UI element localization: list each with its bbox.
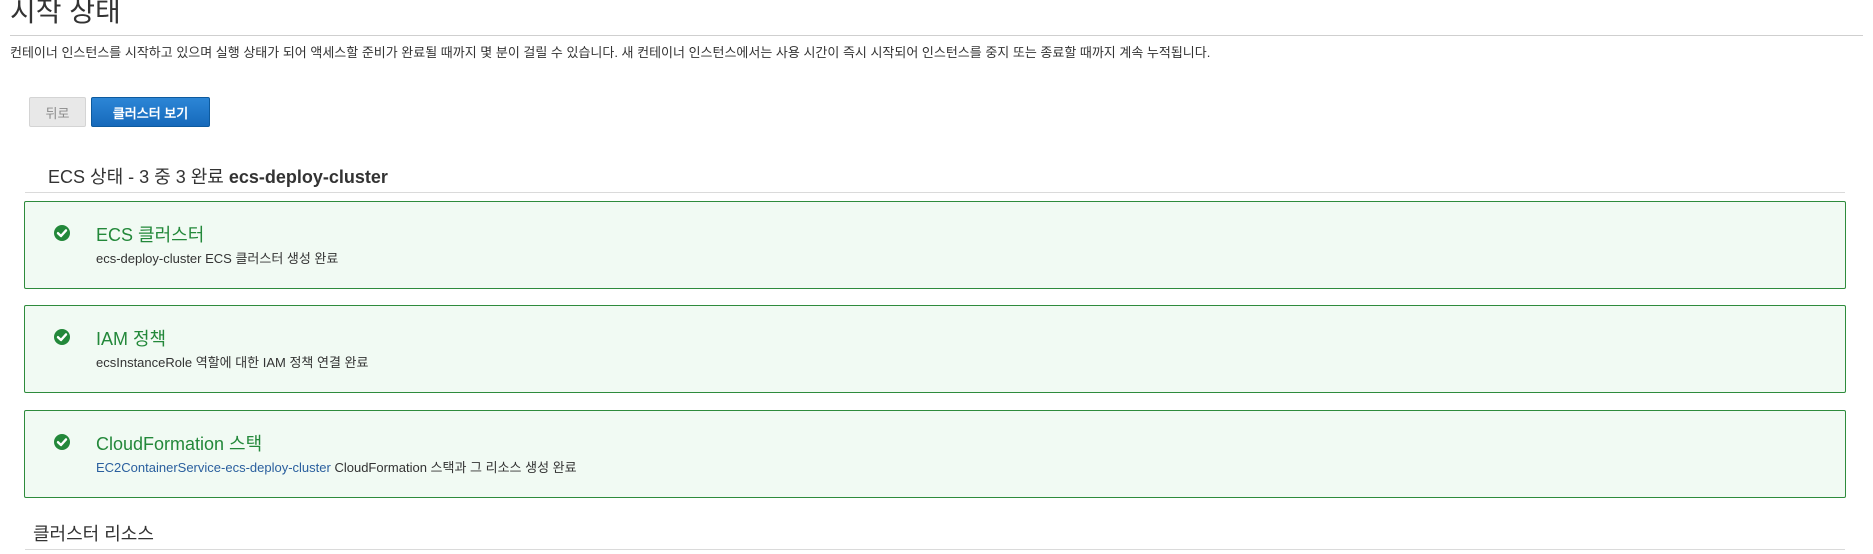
launch-description: 컨테이너 인스턴스를 시작하고 있으며 실행 상태가 되어 액세스할 준비가 완… — [10, 45, 1211, 60]
status-cluster-name: ecs-deploy-cluster — [228, 167, 388, 187]
check-circle-icon — [53, 433, 71, 451]
step-card-iam-policy: IAM 정책 ecsInstanceRole 역할에 대한 IAM 정책 연결 … — [24, 305, 1846, 393]
step-description: CloudFormation 스택과 그 리소스 생성 완료 — [334, 460, 577, 475]
step-title: IAM 정책 — [96, 329, 167, 349]
step-title: CloudFormation 스택 — [96, 434, 263, 454]
status-divider — [25, 192, 1845, 193]
step-description: ecs-deploy-cluster ECS 클러스터 생성 완료 — [96, 251, 339, 266]
cluster-resources-title: 클러스터 리소스 — [33, 524, 154, 544]
step-description-row: EC2ContainerService-ecs-deploy-cluster C… — [96, 457, 577, 476]
step-title: ECS 클러스터 — [96, 225, 205, 245]
view-cluster-button[interactable]: 클러스터 보기 — [91, 97, 210, 127]
resources-divider — [25, 549, 1845, 550]
check-circle-icon — [53, 328, 71, 346]
step-card-ecs-cluster: ECS 클러스터 ecs-deploy-cluster ECS 클러스터 생성 … — [24, 201, 1846, 289]
cloudformation-stack-link[interactable]: EC2ContainerService-ecs-deploy-cluster — [96, 460, 331, 475]
check-circle-icon — [53, 224, 71, 242]
page-title: 시작 상태 — [10, 0, 121, 27]
step-card-cloudformation: CloudFormation 스택 EC2ContainerService-ec… — [24, 410, 1846, 498]
back-button[interactable]: 뒤로 — [29, 97, 86, 127]
status-progress-text: ECS 상태 - 3 중 3 완료 — [48, 167, 224, 187]
title-divider — [10, 35, 1863, 36]
step-description: ecsInstanceRole 역할에 대한 IAM 정책 연결 완료 — [96, 355, 369, 370]
ecs-status-header: ECS 상태 - 3 중 3 완료 ecs-deploy-cluster — [48, 163, 388, 189]
